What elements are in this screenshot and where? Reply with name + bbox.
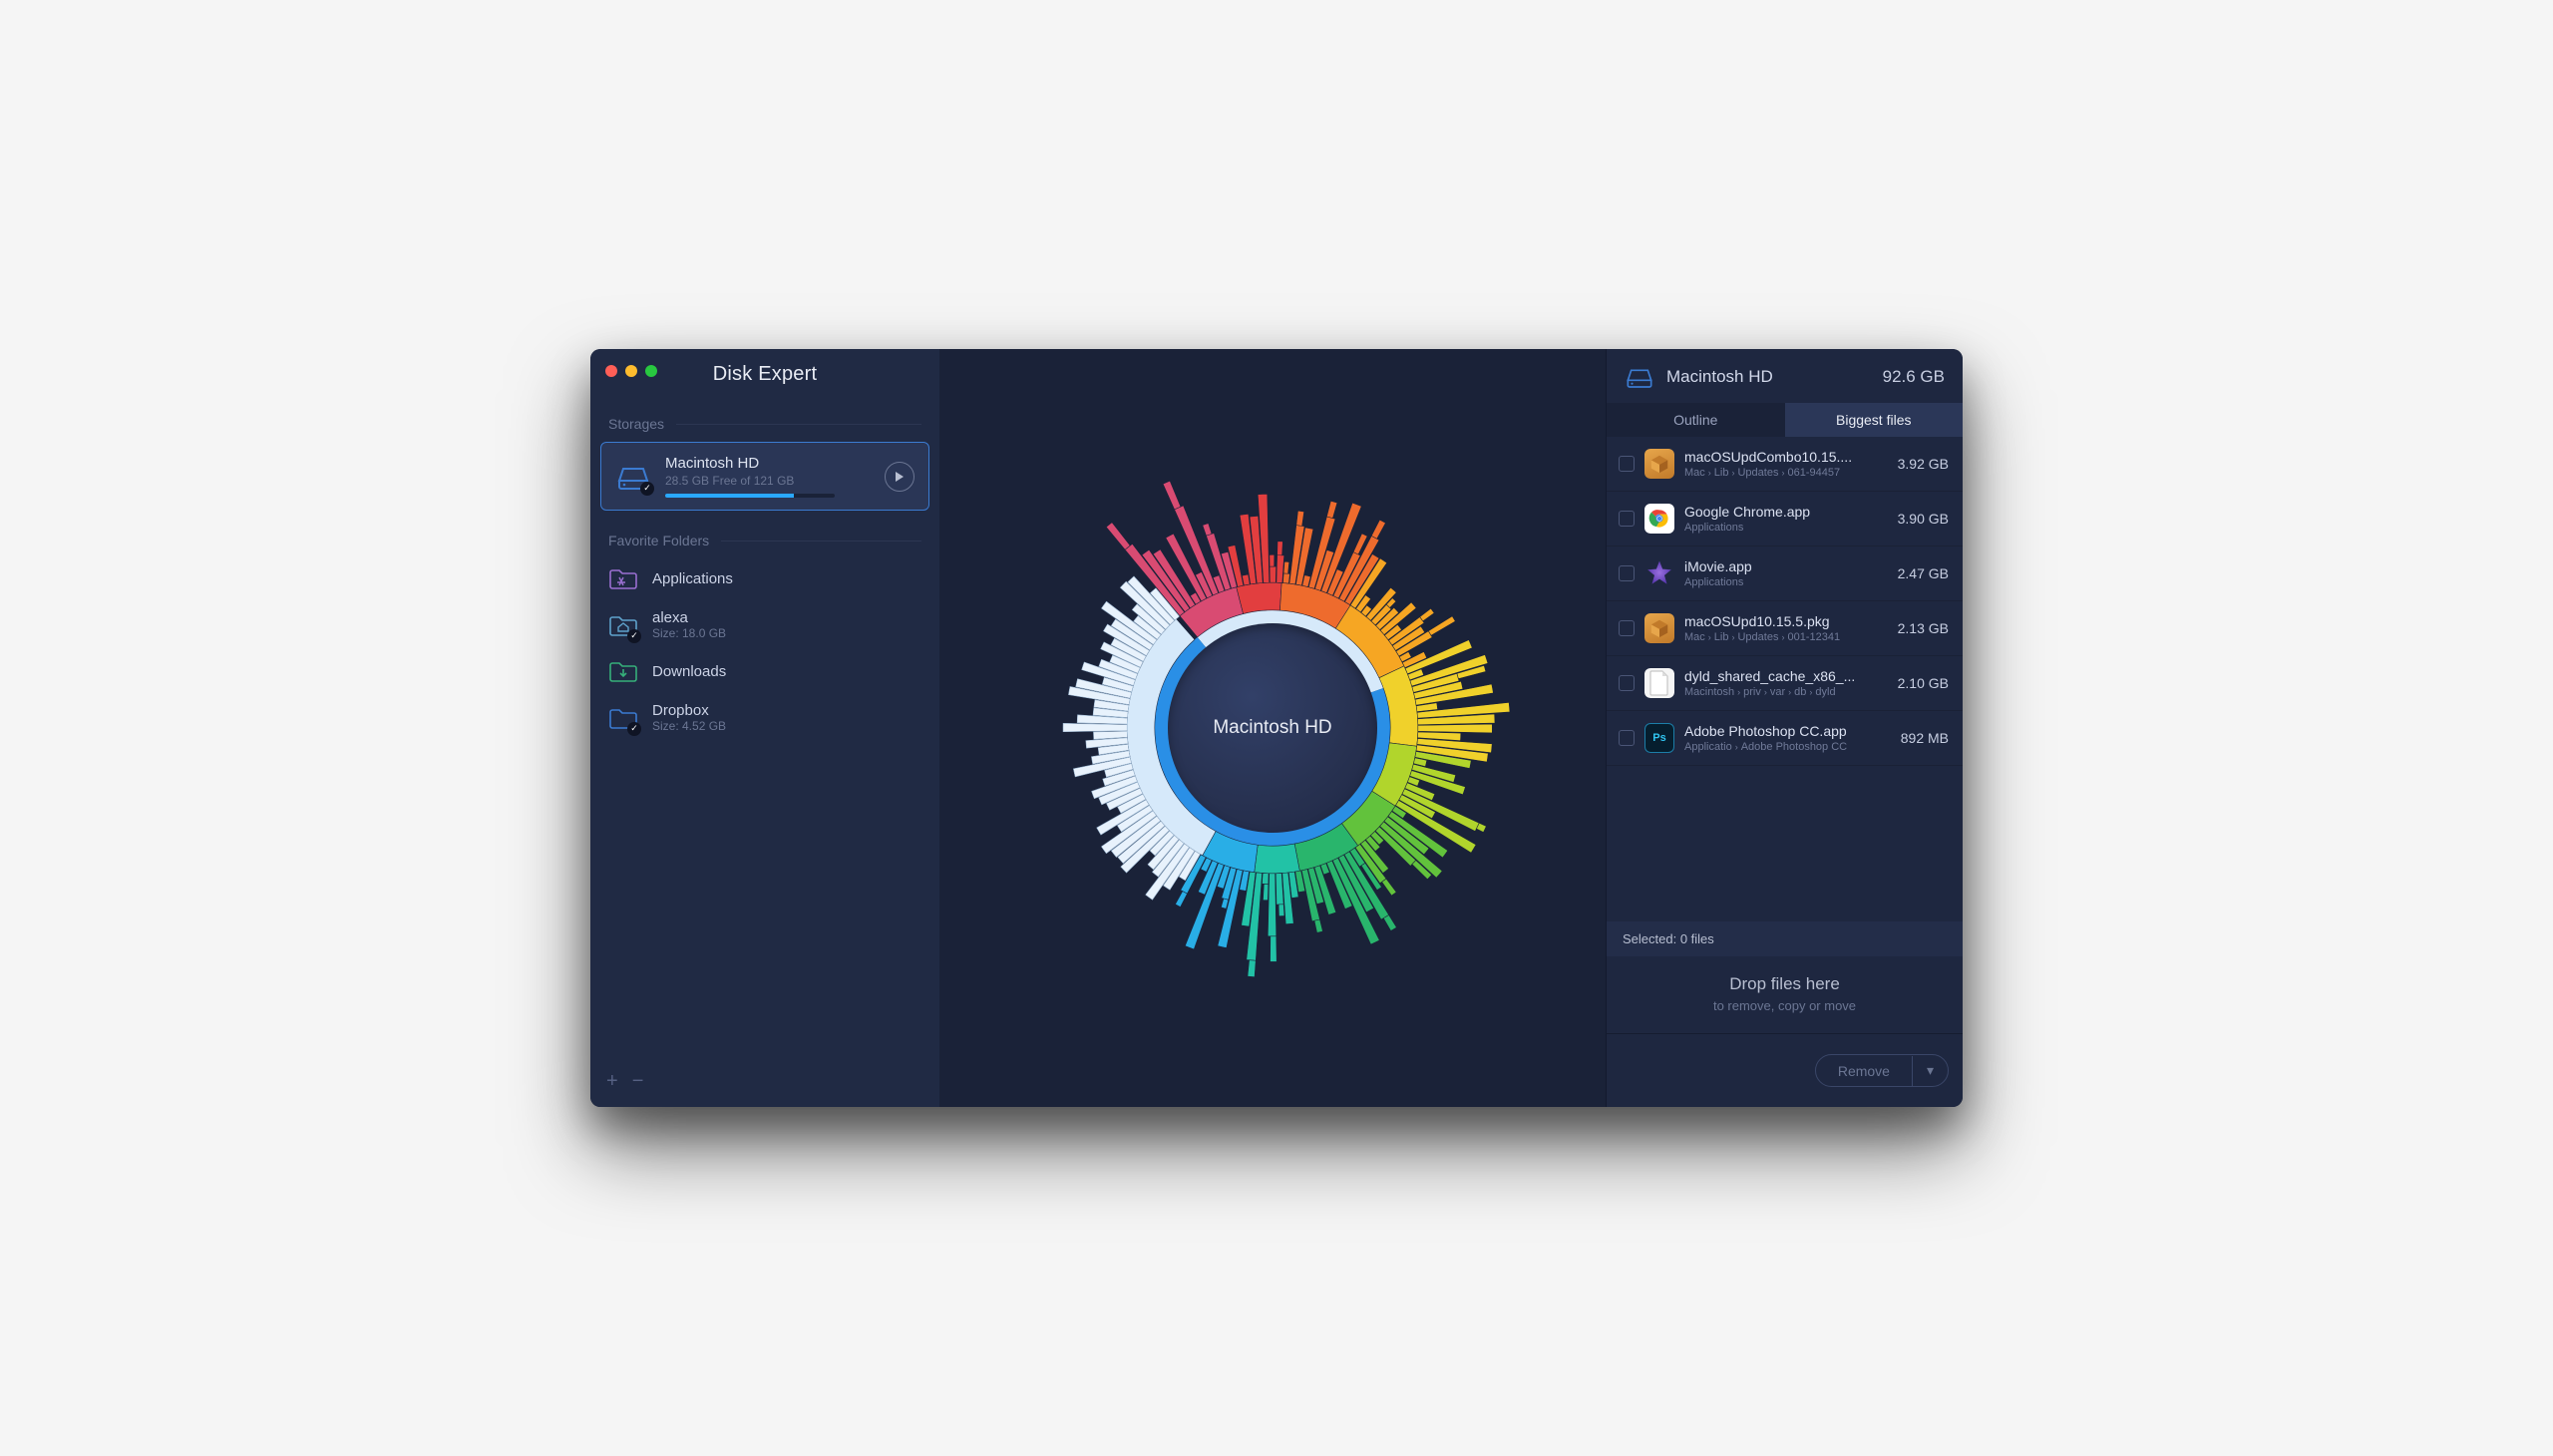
file-meta: macOSUpdCombo10.15.... Mac ›Lib ›Updates… [1684,449,1875,479]
folder-icon [608,565,638,591]
detail-panel: Macintosh HD 92.6 GB Outline Biggest fil… [1606,349,1963,1107]
file-checkbox[interactable] [1619,675,1635,691]
favorite-label: Applications [652,570,733,587]
file-name: Adobe Photoshop CC.app [1684,723,1875,739]
file-size: 2.47 GB [1885,565,1949,581]
remove-button[interactable]: Remove [1816,1056,1913,1086]
favorites-list: Applications ✓ alexaSize: 18.0 GB Downloa… [590,556,939,742]
maximize-icon[interactable] [645,365,657,377]
panel-actions: Remove ▾ [1607,1034,1963,1107]
file-checkbox[interactable] [1619,730,1635,746]
file-name: Google Chrome.app [1684,504,1875,520]
panel-tabs: Outline Biggest files [1607,403,1963,437]
file-row[interactable]: iMovie.app Applications 2.47 GB [1607,546,1963,601]
storage-usage-bar [665,494,835,498]
folder-icon: ✓ [608,705,638,731]
check-badge-icon: ✓ [627,722,641,736]
chrome-icon [1644,504,1674,534]
section-storages-label: Storages [590,402,939,440]
disk-icon: ✓ [615,463,651,491]
favorite-size: Size: 4.52 GB [652,719,726,733]
file-row[interactable]: macOSUpdCombo10.15.... Mac ›Lib ›Updates… [1607,437,1963,492]
imovie-icon [1644,558,1674,588]
app-window: Disk Expert Storages ✓ Macintosh HD 28.5… [590,349,1963,1107]
file-checkbox[interactable] [1619,620,1635,636]
minimize-icon[interactable] [625,365,637,377]
package-icon [1644,449,1674,479]
disk-icon [1625,365,1654,389]
file-meta: Adobe Photoshop CC.app Applicatio ›Adobe… [1684,723,1875,753]
panel-header: Macintosh HD 92.6 GB [1607,349,1963,403]
favorite-label: alexa [652,609,726,626]
section-favorites-label: Favorite Folders [590,519,939,556]
panel-disk-size: 92.6 GB [1883,367,1945,387]
file-size: 2.13 GB [1885,620,1949,636]
favorite-item-applications[interactable]: Applications [590,556,939,600]
scan-button[interactable] [885,462,914,492]
drop-subtitle: to remove, copy or move [1607,998,1963,1013]
photoshop-icon: Ps [1644,723,1674,753]
favorite-item-dropbox[interactable]: ✓ DropboxSize: 4.52 GB [590,693,939,742]
file-checkbox[interactable] [1619,511,1635,527]
close-icon[interactable] [605,365,617,377]
file-meta: iMovie.app Applications [1684,558,1875,588]
file-meta: dyld_shared_cache_x86_... Macintosh ›pri… [1684,668,1875,698]
remove-action: Remove ▾ [1815,1054,1949,1087]
file-name: iMovie.app [1684,558,1875,574]
folder-icon [608,658,638,684]
file-path: Mac ›Lib ›Updates ›001-12341 [1684,631,1875,643]
selected-count-bar: Selected: 0 files [1607,921,1963,956]
favorite-label: Dropbox [652,702,726,719]
file-checkbox[interactable] [1619,456,1635,472]
storage-name: Macintosh HD [665,455,871,472]
document-icon [1644,668,1674,698]
favorite-label: Downloads [652,663,726,680]
file-meta: Google Chrome.app Applications [1684,504,1875,534]
package-icon [1644,613,1674,643]
favorite-item-alexa[interactable]: ✓ alexaSize: 18.0 GB [590,600,939,649]
sidebar: Disk Expert Storages ✓ Macintosh HD 28.5… [590,349,939,1107]
file-path: Applicatio ›Adobe Photoshop CC [1684,741,1875,753]
sidebar-footer: + − [590,1056,939,1107]
drop-zone[interactable]: Drop files here to remove, copy or move [1607,956,1963,1034]
file-meta: macOSUpd10.15.5.pkg Mac ›Lib ›Updates ›0… [1684,613,1875,643]
file-size: 3.90 GB [1885,511,1949,527]
tab-biggest-files[interactable]: Biggest files [1785,403,1964,437]
folder-icon: ✓ [608,612,638,638]
file-path: Applications [1684,522,1875,534]
sunburst-center-label: Macintosh HD [1168,623,1377,833]
favorite-size: Size: 18.0 GB [652,626,726,640]
file-path: Macintosh ›priv ›var ›db ›dyld [1684,686,1875,698]
storage-card-macintosh-hd[interactable]: ✓ Macintosh HD 28.5 GB Free of 121 GB [600,442,929,511]
file-size: 3.92 GB [1885,456,1949,472]
favorite-item-downloads[interactable]: Downloads [590,649,939,693]
file-size: 2.10 GB [1885,675,1949,691]
remove-button[interactable]: − [632,1070,644,1093]
sunburst-area: Macintosh HD [939,349,1606,1107]
remove-menu-caret[interactable]: ▾ [1913,1055,1948,1086]
file-list: macOSUpdCombo10.15.... Mac ›Lib ›Updates… [1607,437,1963,921]
file-row[interactable]: Ps Adobe Photoshop CC.app Applicatio ›Ad… [1607,711,1963,766]
window-controls [605,365,657,377]
file-row[interactable]: macOSUpd10.15.5.pkg Mac ›Lib ›Updates ›0… [1607,601,1963,656]
file-name: macOSUpdCombo10.15.... [1684,449,1875,465]
add-button[interactable]: + [606,1070,618,1093]
file-checkbox[interactable] [1619,565,1635,581]
storage-info: Macintosh HD 28.5 GB Free of 121 GB [665,455,871,498]
panel-disk-name: Macintosh HD [1666,367,1871,387]
file-row[interactable]: dyld_shared_cache_x86_... Macintosh ›pri… [1607,656,1963,711]
file-path: Mac ›Lib ›Updates ›061-94457 [1684,467,1875,479]
file-size: 892 MB [1885,730,1949,746]
drop-title: Drop files here [1607,974,1963,994]
check-badge-icon: ✓ [627,629,641,643]
file-row[interactable]: Google Chrome.app Applications 3.90 GB [1607,492,1963,546]
file-name: dyld_shared_cache_x86_... [1684,668,1875,684]
sunburst-chart[interactable]: Macintosh HD [1033,469,1512,987]
file-path: Applications [1684,576,1875,588]
file-name: macOSUpd10.15.5.pkg [1684,613,1875,629]
check-badge-icon: ✓ [640,482,654,496]
tab-outline[interactable]: Outline [1607,403,1785,437]
storage-subtitle: 28.5 GB Free of 121 GB [665,474,871,488]
